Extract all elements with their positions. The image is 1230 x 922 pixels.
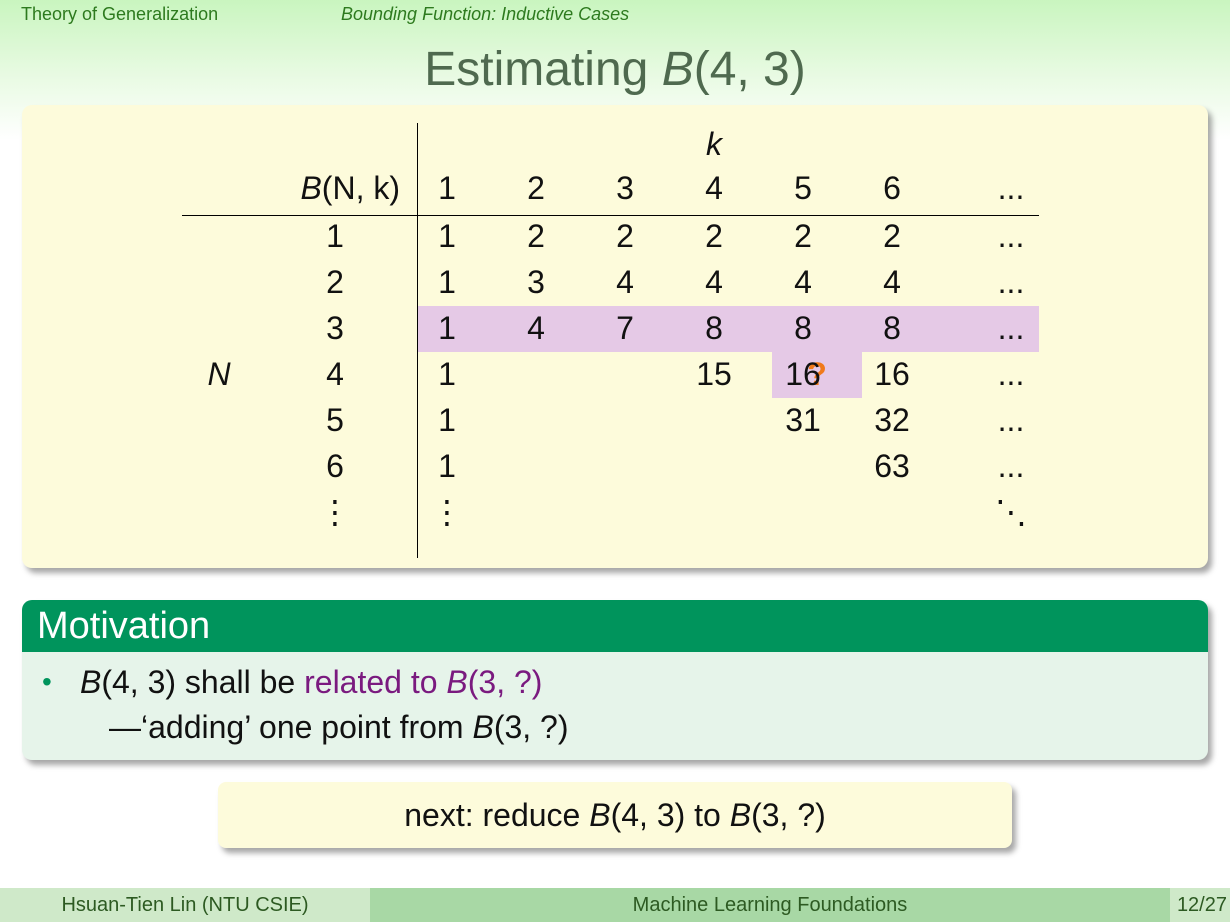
text-span: next: reduce (404, 797, 590, 833)
math-fn: B (472, 709, 494, 745)
k-header: 1 (438, 170, 456, 206)
bullet-icon: • (42, 666, 52, 697)
text-span: (4, 3) shall be (101, 664, 305, 700)
table-cell: 7 (616, 310, 634, 346)
table-cell: 31 (785, 402, 821, 438)
math-fn: B (446, 664, 468, 700)
table-cell: ... (997, 402, 1025, 438)
table-cell: ... (997, 264, 1025, 300)
math-fn: B (300, 170, 322, 206)
highlight-text: related to (304, 664, 447, 700)
n-value: 4 (326, 356, 344, 392)
table-cell: 2 (616, 218, 634, 254)
table-cell: 3 (527, 264, 545, 300)
k-header: ... (997, 170, 1025, 206)
header-bar: Theory of Generalization Bounding Functi… (0, 4, 1230, 26)
title-math-args: (4, 3) (693, 43, 806, 96)
k-header: 5 (794, 170, 812, 206)
footer-course: Machine Learning Foundations (370, 888, 1170, 922)
n-value: 6 (326, 448, 344, 484)
title-math-fn: B (661, 43, 694, 96)
math-fn: B (80, 664, 102, 700)
table-cell: 32 (874, 402, 910, 438)
footer-author: Hsuan-Tien Lin (NTU CSIE) (0, 888, 370, 922)
table-cell: 8 (794, 310, 812, 346)
footer-bar: Hsuan-Tien Lin (NTU CSIE) Machine Learni… (0, 888, 1230, 922)
table-cell: ... (997, 310, 1025, 346)
table-cell: 1 (438, 310, 456, 346)
text-span: (4, 3) to (610, 797, 730, 833)
table-cell: ⋮ (431, 494, 463, 530)
table-cell: 4 (616, 264, 634, 300)
subsection-title[interactable]: Bounding Function: Inductive Cases (341, 4, 629, 25)
section-title[interactable]: Theory of Generalization (21, 4, 218, 25)
table-cell: ⋱ (995, 494, 1027, 530)
motivation-block: Motivation • B(4, 3) shall be related to… (22, 600, 1208, 760)
table-cell: 1 (438, 448, 456, 484)
footer-page: 12/27 (1170, 888, 1230, 922)
table-cell: 63 (874, 448, 910, 484)
table-cell: 15 (696, 356, 732, 392)
bounding-table-box: k B(N, k) 1 2 3 4 5 6... N 1 1 2 2 2 2 2... 2 1 3 4 4 4 4... 3 1… (22, 105, 1208, 568)
motivation-line-1: B(4, 3) shall be related to B(3, ?) (80, 660, 542, 704)
math-args: (3, ?) (493, 709, 569, 745)
table-cell: 1 (438, 264, 456, 300)
corner-label: B(N, k) (250, 165, 400, 211)
table-cell: 2 (794, 218, 812, 254)
k-header: 6 (883, 170, 901, 206)
math-args: (N, k) (321, 170, 400, 206)
motivation-line-2: —‘adding’ one point from B(3, ?) (109, 705, 569, 749)
k-header: 2 (527, 170, 545, 206)
n-value: 3 (326, 310, 344, 346)
math-fn: B (589, 797, 611, 833)
table-cell: 2 (705, 218, 723, 254)
n-axis-label: N (207, 356, 231, 392)
title-text: Estimating (424, 43, 662, 96)
table-cell: 4 (794, 264, 812, 300)
math-fn: B (729, 797, 752, 833)
n-value: 5 (326, 402, 344, 438)
table-cell: 16 (785, 356, 821, 392)
k-header: 3 (616, 170, 634, 206)
n-value: 2 (326, 264, 344, 300)
table-cell: 2 (527, 218, 545, 254)
slide-title: Estimating B(4, 3) (0, 42, 1230, 97)
table-cell: 8 (705, 310, 723, 346)
table-cell: 8 (883, 310, 901, 346)
table-cell: 1 (438, 218, 456, 254)
text-span: —‘adding’ one point from (109, 709, 473, 745)
n-value: ⋮ (319, 494, 351, 530)
table-cell: ... (997, 356, 1025, 392)
math-args: (3, ?) (751, 797, 826, 833)
n-value: 1 (326, 218, 344, 254)
next-step-box: next: reduce B(4, 3) to B(3, ?) (218, 782, 1012, 848)
k-header: 4 (705, 170, 723, 206)
table-cell: ... (997, 448, 1025, 484)
page-number: 12/27 (1176, 894, 1227, 916)
table-cell: 2 (883, 218, 901, 254)
table-cell: 1 (438, 402, 456, 438)
table-cell: 1 (438, 356, 456, 392)
motivation-heading: Motivation (22, 600, 1208, 652)
table-cell: 16 (874, 356, 910, 392)
table-cell: 4 (705, 264, 723, 300)
k-axis-label: k (706, 126, 722, 162)
table-cell: 4 (527, 310, 545, 346)
table-cell: ... (997, 218, 1025, 254)
table-cell: 4 (883, 264, 901, 300)
math-args: (3, ?) (467, 664, 543, 700)
